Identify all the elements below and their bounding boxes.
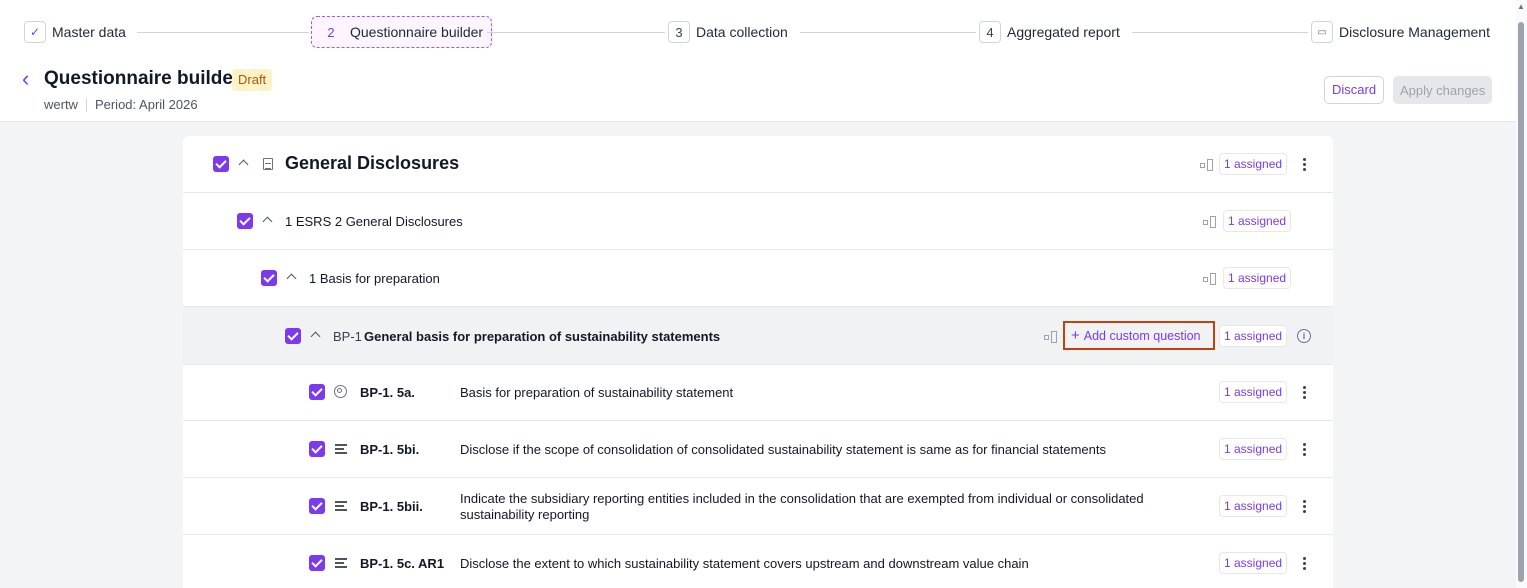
assigned-badge[interactable]: 1 assigned (1219, 438, 1288, 460)
discard-button[interactable]: Discard (1324, 76, 1385, 104)
question-checkbox[interactable] (309, 498, 325, 514)
target-icon (334, 385, 347, 398)
question-row: BP-1. 5a. Basis for preparation of susta… (183, 365, 1333, 421)
step-label: Master data (52, 24, 126, 40)
apply-changes-button[interactable]: Apply changes (1393, 76, 1493, 104)
step-label: Data collection (696, 24, 788, 40)
section-title: General Disclosures (285, 153, 460, 173)
question-code: BP-1. 5a. (360, 385, 415, 400)
question-row: BP-1. 5c. AR1 Disclose the extent to whi… (183, 535, 1333, 588)
check-icon: ✓ (24, 21, 46, 43)
more-vertical-icon[interactable] (1303, 386, 1307, 400)
hierarchy-icon[interactable] (1203, 216, 1217, 228)
step-label: Aggregated report (1007, 24, 1120, 40)
comment-icon: ▭ (1311, 21, 1333, 43)
question-code: BP-1. 5bi. (360, 442, 420, 457)
standard-checkbox[interactable] (237, 213, 253, 229)
document-icon (263, 158, 273, 170)
step-master-data[interactable]: ✓ Master data (24, 16, 126, 48)
question-checkbox[interactable] (309, 384, 325, 400)
question-checkbox[interactable] (309, 555, 325, 571)
subsection-title: 1 Basis for preparation (309, 271, 440, 286)
question-text: Indicate the subsidiary reporting entiti… (460, 491, 1144, 506)
disclosure-code: BP-1 (333, 329, 362, 344)
questionnaire-tree: General Disclosures 1 assigned 1 ESRS 2 … (183, 136, 1333, 588)
step-aggregated-report[interactable]: 4 Aggregated report (979, 16, 1120, 48)
back-arrow-icon[interactable]: ‹ (22, 68, 38, 90)
assigned-badge[interactable]: 1 assigned (1223, 267, 1292, 289)
period-label: Period: April 2026 (94, 97, 198, 112)
add-custom-label: Add custom question (1083, 329, 1201, 343)
assigned-badge[interactable]: 1 assigned (1219, 325, 1288, 347)
disclosure-title: General basis for preparation of sustain… (364, 329, 721, 344)
hierarchy-icon[interactable] (1044, 331, 1058, 343)
chevron-up-icon[interactable] (238, 157, 250, 169)
text-lines-icon (335, 444, 347, 454)
section-checkbox[interactable] (213, 156, 229, 172)
question-code: BP-1. 5c. AR1 (360, 556, 445, 571)
tree-row-section: General Disclosures 1 assigned (183, 136, 1333, 193)
tree-row-disclosure: BP-1 General basis for preparation of su… (183, 307, 1333, 365)
divider (85, 97, 87, 112)
chevron-up-icon[interactable] (310, 329, 322, 341)
more-vertical-icon[interactable] (1303, 500, 1307, 514)
step-number: 3 (668, 21, 690, 43)
assigned-badge[interactable]: 1 assigned (1219, 552, 1288, 574)
hierarchy-icon[interactable] (1200, 159, 1214, 171)
text-lines-icon (335, 501, 347, 511)
text-lines-icon (335, 558, 347, 568)
tree-row-standard: 1 ESRS 2 General Disclosures 1 assigned (183, 193, 1333, 250)
step-connector (800, 32, 976, 33)
step-questionnaire-builder[interactable]: 2 Questionnaire builder (311, 16, 493, 48)
stepper: ✓ Master data 2 Questionnaire builder 3 … (0, 0, 1527, 64)
hierarchy-icon[interactable] (1203, 273, 1217, 285)
assigned-badge[interactable]: 1 assigned (1219, 381, 1288, 403)
step-disclosure-management[interactable]: ▭ Disclosure Management (1311, 16, 1490, 48)
step-number: 2 (327, 24, 335, 40)
chevron-up-icon[interactable] (286, 271, 298, 283)
standard-title: 1 ESRS 2 General Disclosures (285, 214, 463, 229)
plus-icon: + (1071, 327, 1080, 344)
chevron-up-icon[interactable] (262, 214, 274, 226)
question-checkbox[interactable] (309, 441, 325, 457)
add-custom-question-button[interactable]: + Add custom question (1063, 321, 1215, 350)
scroll-up-icon[interactable]: ▲ (1517, 2, 1525, 11)
step-data-collection[interactable]: 3 Data collection (668, 16, 788, 48)
project-name: wertw (44, 97, 78, 112)
more-vertical-icon[interactable] (1303, 443, 1307, 457)
page-header: ‹ Questionnaire builder Draft wertw Peri… (0, 64, 1527, 122)
step-connector (137, 32, 309, 33)
info-icon[interactable]: i (1297, 329, 1311, 343)
step-label: Questionnaire builder (350, 24, 484, 40)
question-row: BP-1. 5bii. Indicate the subsidiary repo… (183, 478, 1333, 535)
question-text: Basis for preparation of sustainability … (460, 385, 734, 400)
disclosure-checkbox[interactable] (285, 328, 301, 344)
assigned-badge[interactable]: 1 assigned (1219, 153, 1288, 175)
question-text: Disclose the extent to which sustainabil… (460, 556, 1029, 571)
step-connector (487, 32, 665, 33)
page-subtitle: wertw Period: April 2026 (44, 97, 198, 112)
assigned-badge[interactable]: 1 assigned (1219, 495, 1288, 517)
question-text: Disclose if the scope of consolidation o… (460, 442, 1107, 457)
step-label: Disclosure Management (1339, 24, 1490, 40)
scrollbar-thumb[interactable] (1518, 22, 1524, 582)
step-connector (1132, 32, 1308, 33)
question-row: BP-1. 5bi. Disclose if the scope of cons… (183, 421, 1333, 478)
more-vertical-icon[interactable] (1303, 557, 1307, 571)
tree-row-subsection: 1 Basis for preparation 1 assigned (183, 250, 1333, 307)
status-badge: Draft (232, 69, 273, 91)
question-text-continued: sustainability reporting (460, 507, 590, 522)
more-vertical-icon[interactable] (1303, 158, 1307, 172)
assigned-badge[interactable]: 1 assigned (1223, 210, 1292, 232)
subsection-checkbox[interactable] (261, 270, 277, 286)
page-title: Questionnaire builder (44, 68, 241, 89)
step-number: 4 (979, 21, 1001, 43)
question-code: BP-1. 5bii. (360, 499, 423, 514)
